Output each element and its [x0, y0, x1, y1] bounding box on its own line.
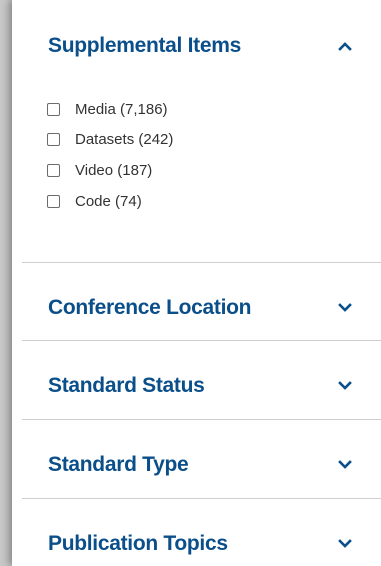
section-title: Standard Type [48, 453, 189, 476]
section-header-publication-topics[interactable]: Publication Topics [22, 524, 381, 564]
section-header-conference-location[interactable]: Conference Location [22, 288, 381, 328]
divider [22, 419, 381, 420]
option-media[interactable]: Media (7,186) [47, 96, 168, 122]
option-label: Media (7,186) [75, 100, 168, 118]
chevron-down-icon[interactable] [331, 534, 359, 554]
divider [22, 262, 381, 263]
chevron-down-icon[interactable] [331, 376, 359, 396]
option-datasets[interactable]: Datasets (242) [47, 126, 173, 152]
checkbox[interactable] [47, 194, 60, 208]
divider [22, 498, 381, 499]
section-header-supplemental-items[interactable]: Supplemental Items [22, 26, 381, 66]
checkbox[interactable] [47, 102, 60, 116]
option-label: Datasets (242) [75, 130, 174, 148]
section-header-standard-status[interactable]: Standard Status [22, 366, 381, 406]
option-video[interactable]: Video (187) [47, 157, 152, 183]
checkbox[interactable] [47, 163, 60, 177]
filter-section-conference-location: Conference Location [22, 288, 381, 328]
chevron-up-icon[interactable] [331, 36, 359, 56]
option-label: Video (187) [75, 161, 153, 179]
section-title: Supplemental Items [48, 34, 241, 57]
filter-panel: Supplemental Items Media (7,186) Dataset… [12, 0, 381, 566]
filter-section-standard-type: Standard Type [22, 445, 381, 485]
divider [22, 340, 381, 341]
checkbox[interactable] [47, 132, 60, 146]
option-code[interactable]: Code (74) [47, 188, 142, 214]
filter-section-publication-topics: Publication Topics [22, 524, 381, 564]
chevron-down-icon[interactable] [331, 298, 359, 318]
section-header-standard-type[interactable]: Standard Type [22, 445, 381, 485]
section-title: Publication Topics [48, 532, 228, 555]
option-label: Code (74) [75, 192, 142, 210]
section-title: Conference Location [48, 296, 252, 319]
filter-section-standard-status: Standard Status [22, 366, 381, 406]
filter-section-supplemental-items: Supplemental Items [22, 26, 381, 66]
chevron-down-icon[interactable] [331, 455, 359, 475]
section-title: Standard Status [48, 374, 205, 397]
